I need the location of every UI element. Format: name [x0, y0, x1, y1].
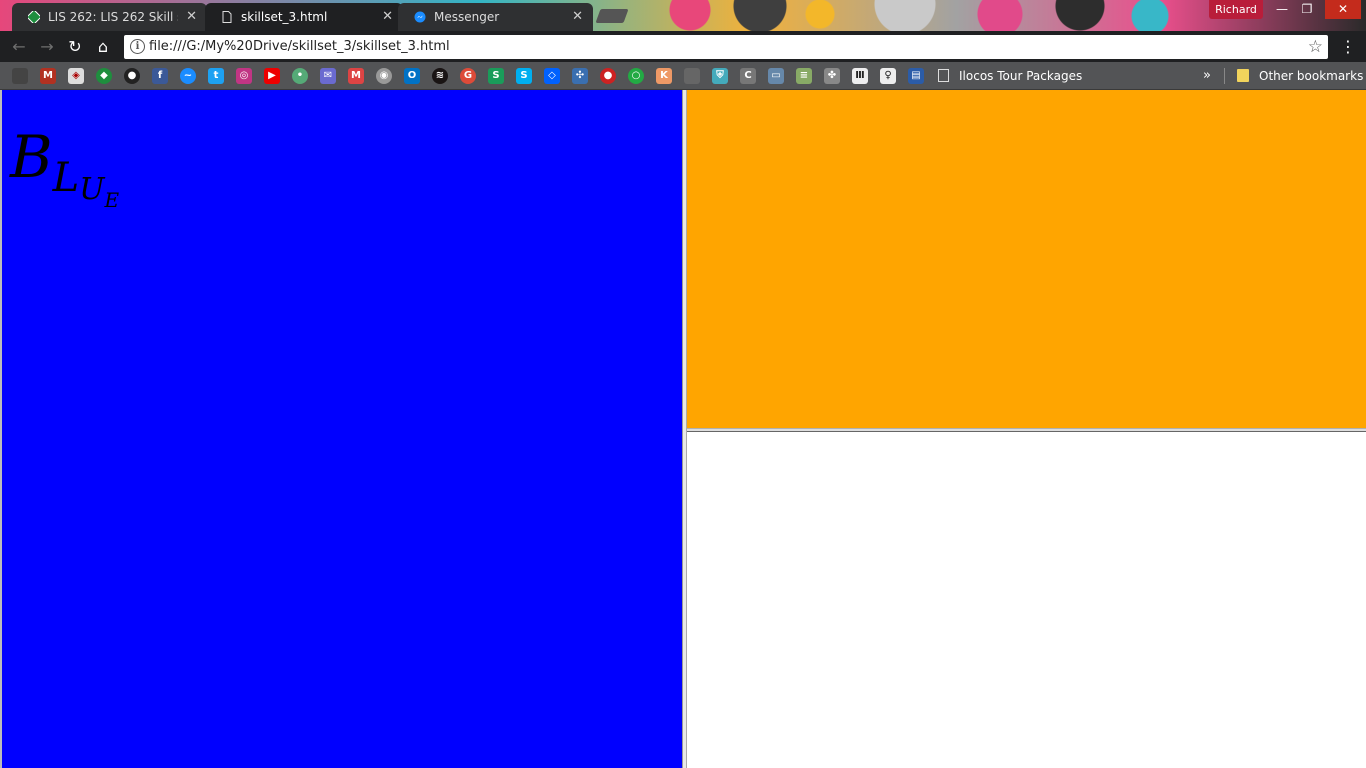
heading-letter: U [79, 172, 105, 207]
bookmark-record-icon[interactable]: ● [600, 68, 616, 84]
bookmark-twitter-icon[interactable]: t [208, 68, 224, 84]
classroom-icon [28, 11, 40, 23]
top-right-frame-orange [687, 90, 1366, 428]
address-bar[interactable]: i file:///G:/My%20Drive/skillset_3/skill… [124, 35, 1328, 59]
bookmark-star-icon[interactable]: ☆ [1308, 35, 1323, 59]
bookmark-skype-icon[interactable]: S [516, 68, 532, 84]
bookmark-dropbox-icon[interactable]: ◇ [544, 68, 560, 84]
bookmark-maps-icon[interactable]: • [292, 68, 308, 84]
bookmark-chrome-icon[interactable]: ◉ [376, 68, 392, 84]
bookmark-mail-icon[interactable]: ✉ [320, 68, 336, 84]
bookmark-network-icon[interactable]: ✣ [572, 68, 588, 84]
minimize-button[interactable]: — [1268, 0, 1296, 19]
info-icon[interactable]: i [130, 39, 145, 54]
heading-letter: L [52, 155, 80, 201]
bookmark-youtube-icon[interactable]: ▶ [264, 68, 280, 84]
restore-button[interactable]: ❐ [1293, 0, 1321, 19]
left-frame-blue: BLUE [0, 90, 683, 768]
url-text[interactable]: file:///G:/My%20Drive/skillset_3/skillse… [149, 35, 450, 59]
bookmark-ilocos-label: Ilocos Tour Packages [959, 69, 1083, 83]
close-window-button[interactable]: ✕ [1325, 0, 1361, 19]
bookmark-library-icon[interactable]: Ⅲ [852, 68, 868, 84]
close-tab-icon[interactable]: ✕ [186, 3, 197, 31]
bookmark-bulb-icon[interactable]: ♀ [880, 68, 896, 84]
bookmark-kotlin-icon[interactable]: K [656, 68, 672, 84]
bookmark-apps-icon[interactable] [12, 68, 28, 84]
bookmark-ilocos[interactable]: Ilocos Tour Packages [938, 62, 1082, 90]
tab-skillset3[interactable]: skillset_3.html ✕ [205, 3, 403, 31]
bookmark-github-icon[interactable]: ● [124, 68, 140, 84]
other-bookmarks-folder[interactable]: Other bookmarks [1237, 62, 1363, 90]
bookmark-instagram-icon[interactable]: ◎ [236, 68, 252, 84]
messenger-icon [414, 11, 426, 23]
bookmark-page-icon[interactable] [684, 68, 700, 84]
page-content: BLUE [0, 90, 1366, 768]
window-title-bar: LIS 262: LIS 262 Skill sets ✕ skillset_3… [0, 0, 1366, 31]
more-bookmarks-chevron-icon[interactable]: » [1203, 62, 1211, 90]
home-button[interactable]: ⌂ [92, 36, 114, 58]
bookmark-gmail-icon[interactable]: M [40, 68, 56, 84]
bookmark-c-icon[interactable]: C [740, 68, 756, 84]
tab-messenger[interactable]: Messenger ✕ [398, 3, 593, 31]
bookmark-circle-icon[interactable]: ○ [628, 68, 644, 84]
other-bookmarks-label: Other bookmarks [1259, 69, 1364, 83]
bookmark-shield-icon[interactable]: ◈ [68, 68, 84, 84]
reload-button[interactable]: ↻ [64, 36, 86, 58]
bookmark-shield2-icon[interactable]: ⛨ [712, 68, 728, 84]
profile-button[interactable]: Richard [1209, 0, 1263, 19]
bottom-right-frame-white [687, 432, 1366, 768]
tab-title: skillset_3.html [241, 10, 328, 24]
bookmarks-divider [1224, 68, 1225, 84]
bookmark-spotify-icon[interactable]: ≋ [432, 68, 448, 84]
bookmark-classroom-icon[interactable]: ◆ [96, 68, 112, 84]
bookmark-googleplus-icon[interactable]: G [460, 68, 476, 84]
heading-letter: E [104, 188, 120, 212]
bookmark-display-icon[interactable]: ▭ [768, 68, 784, 84]
tab-title: Messenger [434, 10, 500, 24]
bookmark-outlook-icon[interactable]: O [404, 68, 420, 84]
bookmark-messenger-icon[interactable]: ~ [180, 68, 196, 84]
bookmark-sheets-icon[interactable]: S [488, 68, 504, 84]
bookmark-puzzle-icon[interactable]: ✤ [824, 68, 840, 84]
bookmark-gmail2-icon[interactable]: M [348, 68, 364, 84]
bookmark-book-icon[interactable]: ▤ [908, 68, 924, 84]
menu-button[interactable]: ⋮ [1338, 36, 1358, 58]
page-icon [938, 69, 949, 82]
close-tab-icon[interactable]: ✕ [382, 3, 393, 31]
back-button[interactable]: ← [8, 36, 30, 58]
folder-icon [1237, 69, 1249, 82]
bookmark-layers-icon[interactable]: ≡ [796, 68, 812, 84]
bookmarks-bar: M ◈ ◆ ● f ~ t ◎ ▶ • ✉ M ◉ O ≋ G S S ◇ ✣ … [0, 62, 1366, 90]
page-icon [222, 11, 232, 23]
close-tab-icon[interactable]: ✕ [572, 3, 583, 31]
blue-heading: BLUE [10, 123, 119, 210]
tab-lis262[interactable]: LIS 262: LIS 262 Skill sets ✕ [12, 3, 207, 31]
bookmark-facebook-icon[interactable]: f [152, 68, 168, 84]
forward-button[interactable]: → [36, 36, 58, 58]
new-tab-button[interactable] [595, 9, 629, 23]
tab-title: LIS 262: LIS 262 Skill sets [48, 10, 178, 24]
heading-letter: B [10, 123, 53, 191]
